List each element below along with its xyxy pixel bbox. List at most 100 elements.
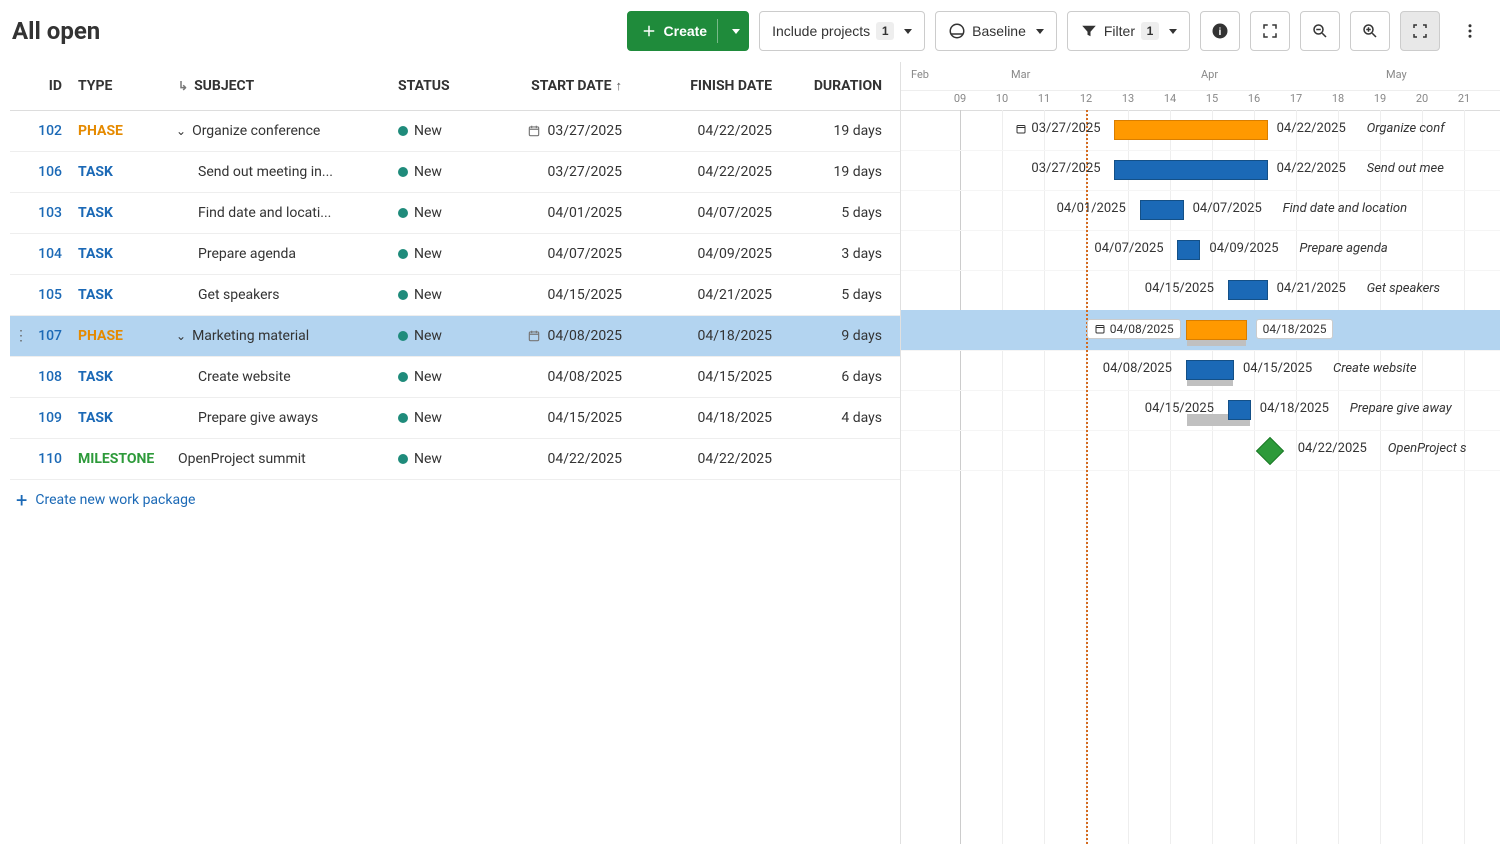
- gantt-row[interactable]: 04/08/202504/15/2025Create website: [901, 350, 1500, 391]
- subject-text[interactable]: Marketing material: [192, 328, 309, 344]
- col-finish-date[interactable]: FINISH DATE: [630, 78, 780, 94]
- subject-text[interactable]: Organize conference: [192, 123, 320, 139]
- table-row[interactable]: 105 TASK Get speakers New 04/15/2025 04/…: [10, 275, 900, 316]
- fullscreen-button[interactable]: [1250, 11, 1290, 51]
- chevron-down-icon[interactable]: ⌄: [176, 124, 186, 138]
- gantt-row[interactable]: 03/27/202504/22/2025Send out mee: [901, 150, 1500, 191]
- gantt-bar[interactable]: [1229, 401, 1250, 419]
- duration-value[interactable]: 6 days: [780, 369, 890, 385]
- subject-text[interactable]: Find date and locati...: [198, 205, 331, 221]
- duration-value[interactable]: 9 days: [780, 328, 890, 344]
- status-dot-icon: [398, 413, 408, 423]
- status-dot-icon: [398, 372, 408, 382]
- gantt-week-label: 12: [1080, 92, 1092, 105]
- gantt-row[interactable]: 04/15/202504/18/2025Prepare give away: [901, 390, 1500, 431]
- gantt-row[interactable]: 04/22/2025OpenProject s: [901, 430, 1500, 471]
- table-row[interactable]: 108 TASK Create website New 04/08/2025 0…: [10, 357, 900, 398]
- duration-value[interactable]: 3 days: [780, 246, 890, 262]
- table-row[interactable]: 102 PHASE ⌄ Organize conference New 03/2…: [10, 111, 900, 152]
- create-work-package-button[interactable]: + Create new work package: [10, 480, 900, 520]
- start-date-value[interactable]: 04/08/2025: [548, 328, 623, 344]
- auto-zoom-button[interactable]: [1400, 11, 1440, 51]
- table-row[interactable]: ⋮⋮ 107 PHASE ⌄ Marketing material New 04…: [10, 316, 900, 357]
- status-dot-icon: [398, 290, 408, 300]
- gantt-bar[interactable]: [1115, 161, 1266, 179]
- gantt-row[interactable]: 04/01/202504/07/2025Find date and locati…: [901, 190, 1500, 231]
- gantt-bar[interactable]: [1229, 281, 1267, 299]
- start-date-value[interactable]: 04/15/2025: [548, 287, 623, 303]
- gantt-row[interactable]: 03/27/202504/22/2025Organize conf: [901, 110, 1500, 151]
- duration-value[interactable]: 5 days: [780, 287, 890, 303]
- gantt-row[interactable]: 04/15/202504/21/2025Get speakers: [901, 270, 1500, 311]
- subject-text[interactable]: Prepare give aways: [198, 410, 318, 426]
- col-subject[interactable]: ↳ SUBJECT: [170, 78, 390, 94]
- zoom-out-icon: [1311, 22, 1329, 40]
- work-package-id[interactable]: 104: [38, 246, 62, 262]
- info-button[interactable]: i: [1200, 11, 1240, 51]
- subject-text[interactable]: Create website: [198, 369, 291, 385]
- finish-date-value[interactable]: 04/22/2025: [630, 451, 780, 467]
- col-status[interactable]: STATUS: [390, 78, 490, 94]
- subject-text[interactable]: OpenProject summit: [178, 451, 306, 467]
- work-package-id[interactable]: 108: [38, 369, 62, 385]
- zoom-in-button[interactable]: [1350, 11, 1390, 51]
- work-package-id[interactable]: 106: [38, 164, 62, 180]
- finish-date-value[interactable]: 04/15/2025: [630, 369, 780, 385]
- duration-value[interactable]: 5 days: [780, 205, 890, 221]
- col-type[interactable]: TYPE: [70, 78, 170, 94]
- more-button[interactable]: [1450, 11, 1490, 51]
- filter-button[interactable]: Filter 1: [1067, 11, 1190, 51]
- col-duration[interactable]: DURATION: [780, 78, 890, 94]
- gantt-milestone[interactable]: [1256, 437, 1284, 465]
- gantt-row[interactable]: 04/07/202504/09/2025Prepare agenda: [901, 230, 1500, 271]
- table-row[interactable]: 110 MILESTONE OpenProject summit New 04/…: [10, 439, 900, 480]
- duration-value[interactable]: 19 days: [780, 123, 890, 139]
- table-row[interactable]: 103 TASK Find date and locati... New 04/…: [10, 193, 900, 234]
- work-package-type: PHASE: [78, 123, 123, 139]
- start-date-value[interactable]: 03/27/2025: [548, 123, 623, 139]
- col-start-date[interactable]: START DATE ↑: [490, 78, 630, 94]
- finish-date-value[interactable]: 04/07/2025: [630, 205, 780, 221]
- drag-handle-icon[interactable]: ⋮⋮: [10, 316, 22, 356]
- work-package-id[interactable]: 107: [38, 328, 62, 344]
- table-row[interactable]: 106 TASK Send out meeting in... New 03/2…: [10, 152, 900, 193]
- subject-text[interactable]: Prepare agenda: [198, 246, 296, 262]
- finish-date-value[interactable]: 04/18/2025: [630, 410, 780, 426]
- table-row[interactable]: 109 TASK Prepare give aways New 04/15/20…: [10, 398, 900, 439]
- include-projects-button[interactable]: Include projects 1: [759, 11, 925, 51]
- finish-date-value[interactable]: 04/22/2025: [630, 164, 780, 180]
- gantt-bar[interactable]: [1115, 121, 1266, 139]
- start-date-value[interactable]: 04/08/2025: [548, 369, 623, 385]
- start-date-value[interactable]: 03/27/2025: [548, 164, 623, 180]
- start-date-value[interactable]: 04/07/2025: [548, 246, 623, 262]
- baseline-button[interactable]: Baseline: [935, 11, 1057, 51]
- create-label: Create: [664, 23, 708, 39]
- duration-value[interactable]: 4 days: [780, 410, 890, 426]
- table-row[interactable]: 104 TASK Prepare agenda New 04/07/2025 0…: [10, 234, 900, 275]
- duration-value[interactable]: 19 days: [780, 164, 890, 180]
- chevron-down-icon[interactable]: ⌄: [176, 329, 186, 343]
- finish-date-value[interactable]: 04/18/2025: [630, 328, 780, 344]
- col-id[interactable]: ID: [10, 78, 70, 94]
- work-package-id[interactable]: 110: [38, 451, 62, 467]
- finish-date-value[interactable]: 04/21/2025: [630, 287, 780, 303]
- gantt-bar[interactable]: [1178, 241, 1199, 259]
- gantt-bar[interactable]: [1187, 321, 1246, 339]
- work-package-id[interactable]: 109: [38, 410, 62, 426]
- finish-date-value[interactable]: 04/22/2025: [630, 123, 780, 139]
- subject-text[interactable]: Send out meeting in...: [198, 164, 333, 180]
- gantt-row[interactable]: 04/08/202504/18/2025: [901, 310, 1500, 351]
- finish-date-value[interactable]: 04/09/2025: [630, 246, 780, 262]
- gantt-bar[interactable]: [1187, 361, 1233, 379]
- work-package-id[interactable]: 103: [38, 205, 62, 221]
- start-date-value[interactable]: 04/22/2025: [548, 451, 623, 467]
- gantt-bar[interactable]: [1141, 201, 1183, 219]
- work-package-id[interactable]: 102: [38, 123, 62, 139]
- subject-text[interactable]: Get speakers: [198, 287, 280, 303]
- work-package-type: TASK: [78, 205, 113, 221]
- start-date-value[interactable]: 04/01/2025: [548, 205, 623, 221]
- create-button[interactable]: Create: [627, 11, 750, 51]
- work-package-id[interactable]: 105: [38, 287, 62, 303]
- start-date-value[interactable]: 04/15/2025: [548, 410, 623, 426]
- zoom-out-button[interactable]: [1300, 11, 1340, 51]
